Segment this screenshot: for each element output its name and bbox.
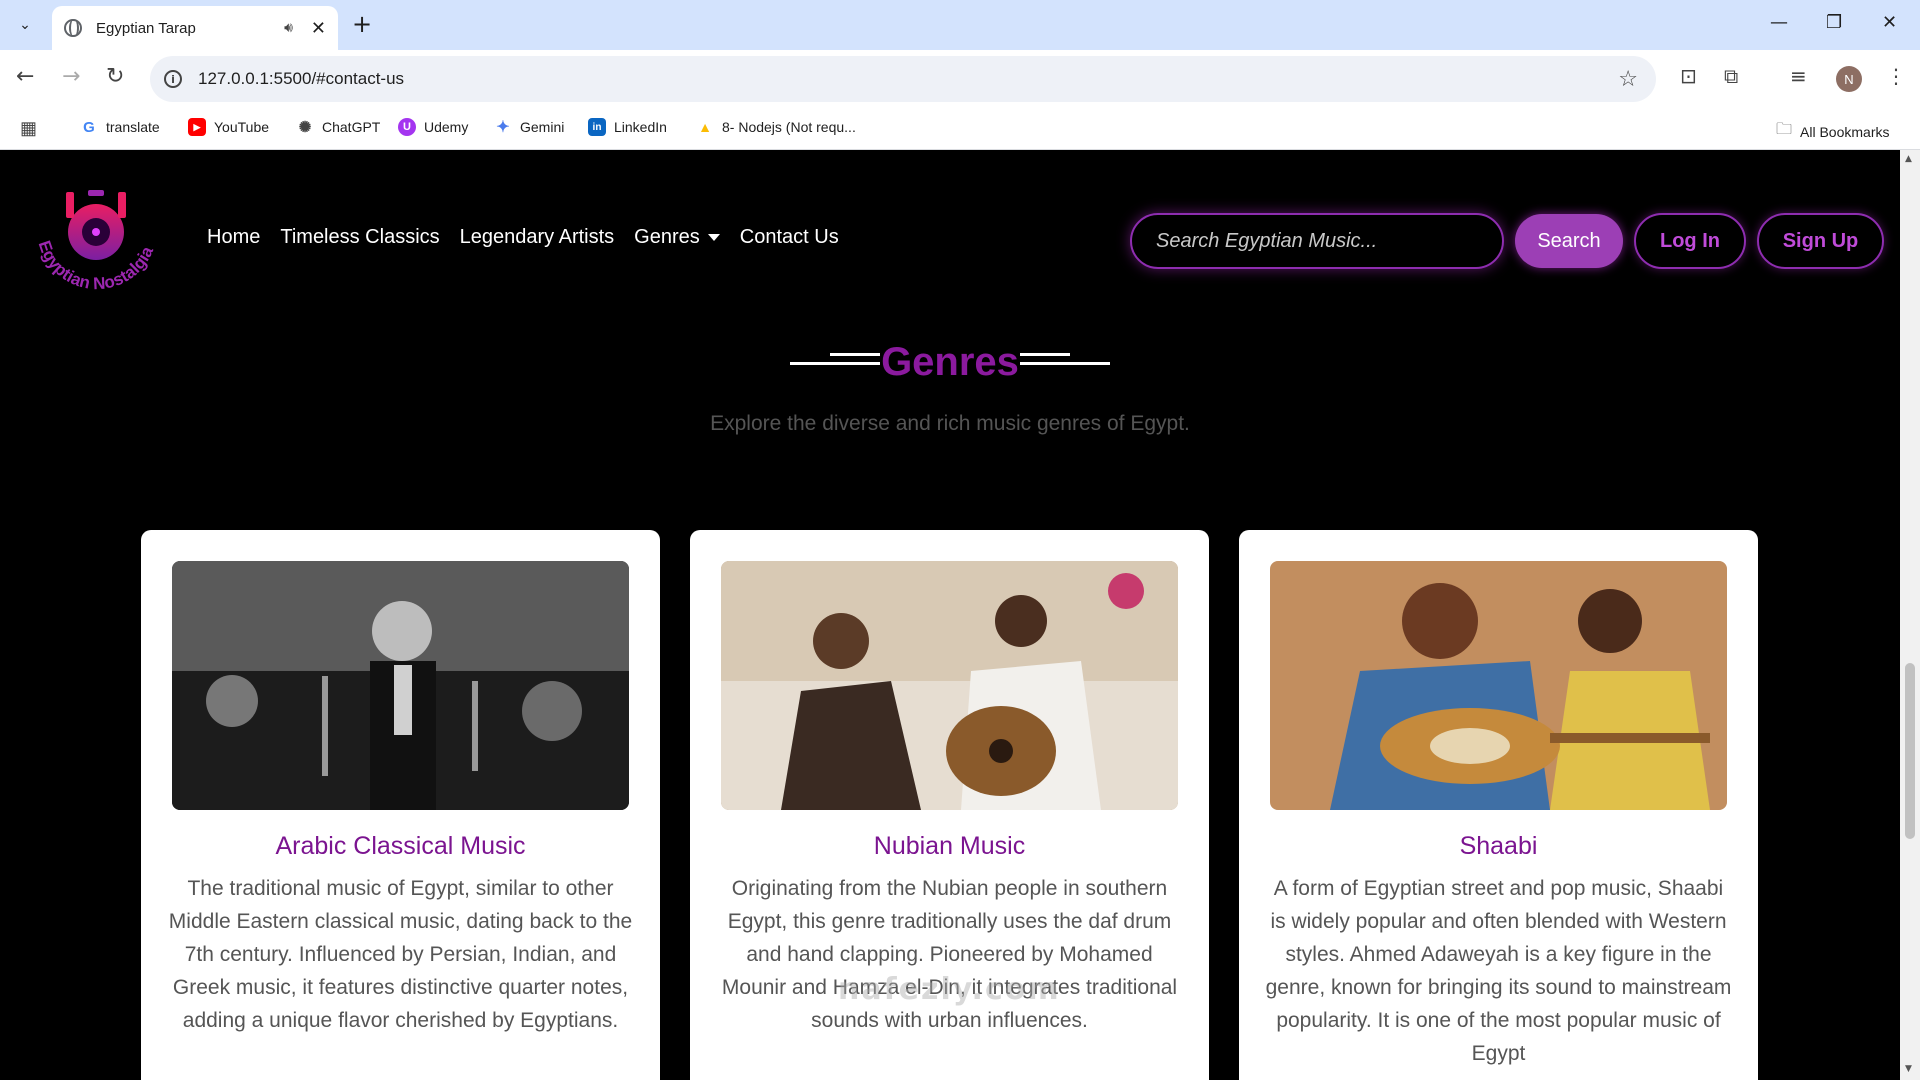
genre-photo (721, 561, 1178, 810)
search-input[interactable]: Search Egyptian Music... (1130, 213, 1504, 269)
scrollbar-thumb[interactable] (1905, 663, 1915, 839)
bookmark-label: translate (106, 119, 160, 135)
address-bar[interactable]: i 127.0.0.1:5500/#contact-us ☆ (150, 56, 1656, 102)
card-title: Nubian Music (873, 832, 1026, 860)
nav-timeless-classics[interactable]: Timeless Classics (280, 226, 439, 249)
apps-grid-icon[interactable]: ▦ (20, 118, 37, 139)
bookmark-label: LinkedIn (614, 119, 667, 135)
caret-down-icon (707, 234, 720, 242)
login-button[interactable]: Log In (1634, 213, 1746, 269)
bookmark-gemini[interactable]: ✦ Gemini (494, 118, 564, 136)
speaker-icon[interactable]: 🔊︎ (284, 20, 293, 36)
linkedin-icon: in (588, 118, 606, 136)
drive-icon: ▲ (698, 119, 712, 135)
folder-icon: 🗀 (1776, 121, 1793, 138)
close-tab-icon[interactable]: ✕ (311, 18, 326, 39)
site-info-icon[interactable]: i (164, 70, 182, 88)
title-divider-right (1020, 362, 1110, 365)
restore-icon[interactable]: ❐ (1826, 12, 1842, 33)
nav-contact-us[interactable]: Contact Us (740, 226, 839, 249)
url-text: 127.0.0.1:5500/#contact-us (198, 69, 405, 88)
all-bookmarks[interactable]: 🗀 All Bookmarks (1776, 118, 1889, 145)
bookmark-label: ChatGPT (322, 119, 381, 135)
bookmark-label: YouTube (214, 119, 270, 135)
udemy-icon: U (398, 118, 416, 136)
genre-card: Shaabi A form of Egyptian street and pop… (1239, 530, 1758, 1080)
bookmark-label: Gemini (520, 119, 565, 135)
bookmark-translate[interactable]: G translate (80, 118, 160, 136)
profile-avatar[interactable]: N (1836, 66, 1862, 92)
bookmark-label: Udemy (424, 119, 469, 135)
bookmark-linkedin[interactable]: in LinkedIn (588, 118, 667, 136)
nav-legendary-artists[interactable]: Legendary Artists (460, 226, 615, 249)
bookmark-youtube[interactable]: ▶ YouTube (188, 118, 269, 136)
genre-photo (1270, 561, 1727, 810)
search-button[interactable]: Search (1515, 214, 1623, 268)
genre-photo (172, 561, 629, 810)
menu-kebab-icon[interactable]: ⋮ (1886, 64, 1906, 88)
window-close-icon[interactable]: ✕ (1882, 12, 1897, 33)
back-icon[interactable]: ← (16, 64, 34, 89)
bookmark-label: 8- Nodejs (Not requ... (722, 119, 856, 135)
signup-button[interactable]: Sign Up (1757, 213, 1884, 269)
browser-tab-bar: ⌄ Egyptian Tarap 🔊︎ ✕ + — ❐ ✕ (0, 0, 1920, 50)
media-controls-icon[interactable]: ≡ (1790, 64, 1807, 88)
forward-icon[interactable]: → (62, 64, 80, 89)
bookmark-star-icon[interactable]: ☆ (1618, 67, 1638, 92)
card-description: Originating from the Nubian people in so… (721, 877, 1178, 1032)
page-scrollbar[interactable]: ▲ ▼ (1900, 150, 1920, 1080)
youtube-icon: ▶ (188, 118, 206, 136)
minimize-icon[interactable]: — (1770, 12, 1788, 33)
nav-home[interactable]: Home (207, 226, 260, 249)
all-bookmarks-label: All Bookmarks (1800, 123, 1890, 140)
genre-card: Arabic Classical Music The traditional m… (141, 530, 660, 1080)
card-description: A form of Egyptian street and pop music,… (1265, 877, 1732, 1065)
page-viewport: Egyptian Nostalgia Home Timeless Classic… (0, 150, 1900, 1080)
title-divider-right-short (1020, 353, 1070, 356)
card-description: The traditional music of Egypt, similar … (168, 877, 633, 1032)
extensions-icon[interactable]: ⧉ (1724, 64, 1738, 88)
section-title: Genres (881, 340, 1019, 384)
section-subtitle: Explore the diverse and rich music genre… (710, 412, 1190, 435)
main-nav: Home Timeless Classics Legendary Artists… (207, 226, 839, 249)
globe-icon (64, 19, 82, 37)
screenshot-icon[interactable]: ⊡ (1680, 64, 1697, 88)
nav-genres-dropdown[interactable]: Genres (634, 226, 720, 249)
browser-tab-active[interactable]: Egyptian Tarap 🔊︎ ✕ (52, 6, 338, 50)
gemini-icon: ✦ (496, 119, 510, 136)
reload-icon[interactable]: ↻ (106, 64, 124, 89)
tab-search-dropdown-icon[interactable]: ⌄ (10, 10, 40, 40)
scroll-down-icon[interactable]: ▼ (1905, 1064, 1912, 1074)
browser-toolbar: ← → ↻ i 127.0.0.1:5500/#contact-us ☆ ⊡ ⧉… (0, 50, 1920, 108)
scroll-up-icon[interactable]: ▲ (1905, 154, 1912, 164)
card-title: Arabic Classical Music (275, 832, 526, 860)
card-title: Shaabi (1459, 832, 1538, 860)
watermark: nafezly.com (838, 972, 1061, 1007)
bookmark-nodejs[interactable]: ▲ 8- Nodejs (Not requ... (696, 118, 856, 136)
bookmarks-bar: ▦ G translate ▶ YouTube ✺ ChatGPT U Udem… (0, 108, 1920, 150)
site-logo[interactable]: Egyptian Nostalgia (30, 178, 180, 308)
bookmark-chatgpt[interactable]: ✺ ChatGPT (296, 118, 381, 136)
chatgpt-icon: ✺ (298, 119, 312, 136)
new-tab-icon[interactable]: + (352, 10, 372, 38)
bookmark-udemy[interactable]: U Udemy (398, 118, 468, 136)
google-icon: G (83, 118, 95, 136)
tab-title: Egyptian Tarap (96, 19, 196, 37)
nav-genres-label: Genres (634, 226, 700, 248)
